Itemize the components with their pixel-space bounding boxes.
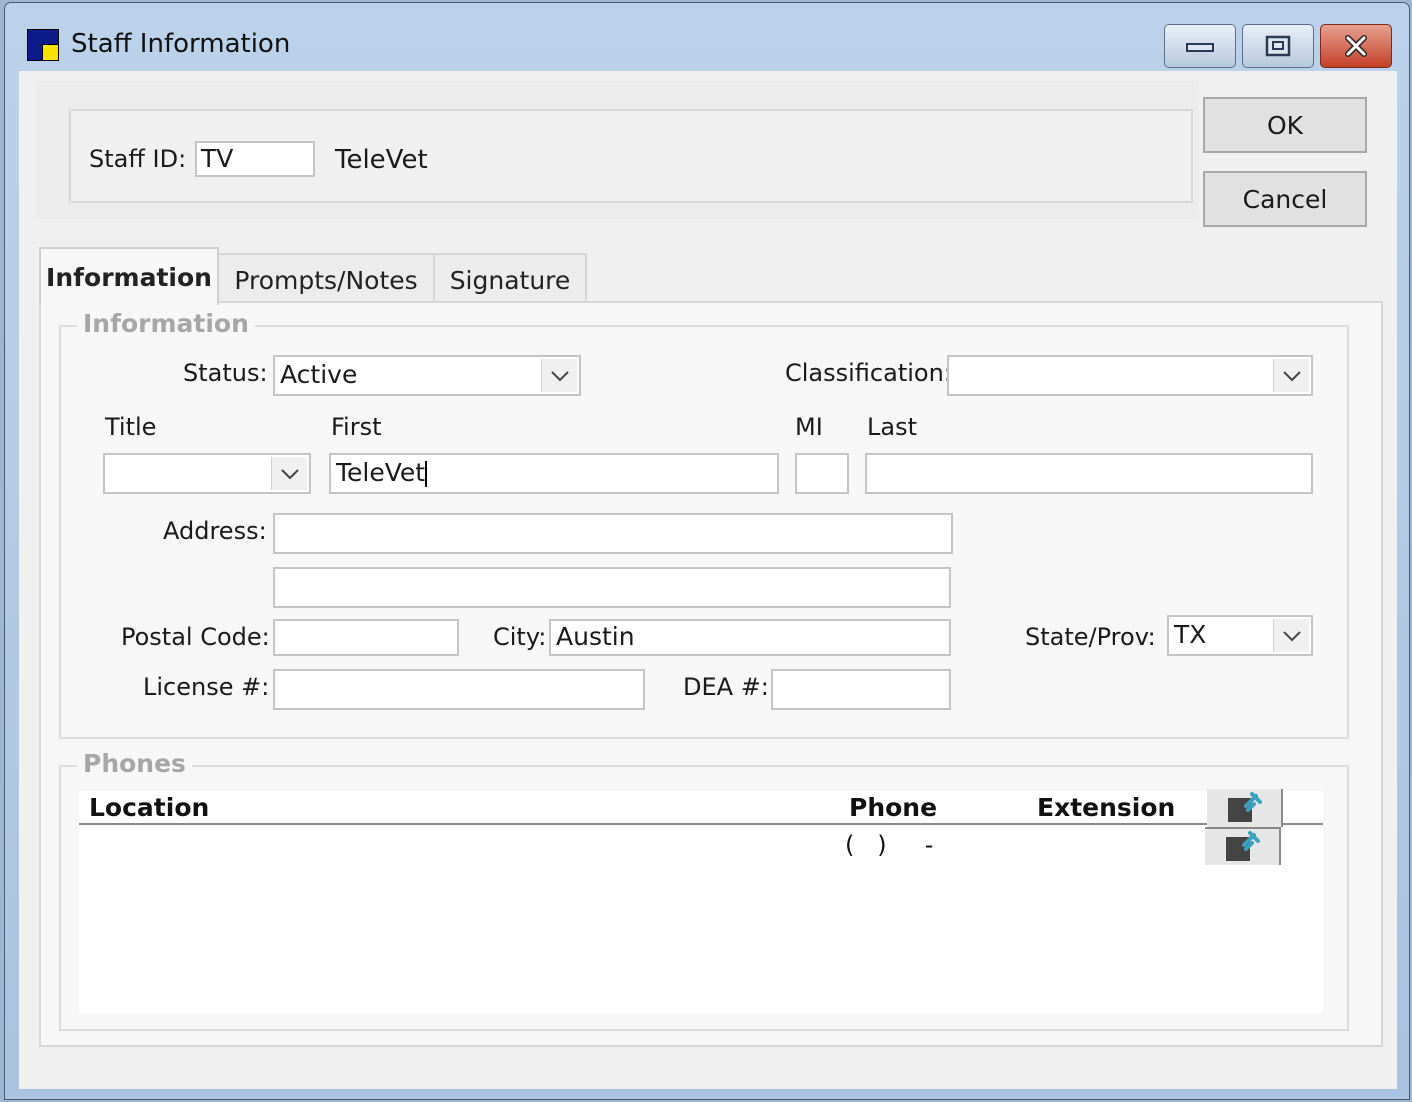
last-label: Last [867,413,917,441]
pin-icon [1228,792,1262,822]
chevron-down-icon[interactable] [1273,359,1309,392]
first-name-input[interactable]: TeleVet [329,453,779,494]
window-title: Staff Information [71,29,291,59]
staff-id-input[interactable]: TV [195,141,315,177]
tab-prompts-notes[interactable]: Prompts/Notes [217,253,435,305]
title-label: Title [105,413,157,441]
dea-input[interactable] [771,669,951,710]
phones-grid[interactable]: Location Phone Extension ( ) - [79,789,1323,1013]
header-pin-button[interactable] [1207,789,1283,827]
chevron-down-icon[interactable] [541,359,577,392]
ok-button[interactable]: OK [1203,97,1367,153]
phones-grid-header: Location Phone Extension [79,789,1323,827]
dea-label: DEA #: [683,673,769,701]
classification-label: Classification: [785,359,952,387]
middle-initial-input[interactable] [795,453,849,494]
app-icon [27,29,59,61]
pin-icon [1226,831,1260,861]
phones-group: Phones Location Phone Extension ( ) - [59,749,1349,1031]
city-input[interactable]: Austin [549,619,951,656]
title-bar[interactable]: Staff Information [5,3,1409,73]
dialog-client-area: Staff ID: TV TeleVet OK Cancel Informati… [19,71,1397,1089]
close-button[interactable] [1320,24,1392,68]
status-select[interactable]: Active [273,355,581,396]
cancel-button[interactable]: Cancel [1203,171,1367,227]
first-label: First [331,413,382,441]
staff-information-window: Staff Information Staff ID: TV TeleVet O… [4,2,1410,1100]
row-phone[interactable]: ( ) - [845,831,933,859]
column-header-phone[interactable]: Phone [849,793,937,822]
status-label: Status: [183,359,268,387]
title-select[interactable] [103,453,311,494]
license-label: License #: [143,673,270,701]
header-panel: Staff ID: TV TeleVet [35,81,1199,219]
classification-select[interactable] [947,355,1313,396]
staff-id-group: Staff ID: TV TeleVet [69,109,1193,203]
state-prov-label: State/Prov: [1025,623,1156,651]
staff-name-display: TeleVet [335,145,428,175]
state-prov-select[interactable]: TX [1167,615,1313,656]
address-label: Address: [163,517,267,545]
city-label: City: [493,623,547,651]
mi-label: MI [795,413,823,441]
minimize-button[interactable] [1164,24,1236,68]
license-input[interactable] [273,669,645,710]
chevron-down-icon[interactable] [271,457,307,490]
address-line1-input[interactable] [273,513,953,554]
address-line2-input[interactable] [273,567,951,608]
chevron-down-icon[interactable] [1273,619,1309,652]
information-tab-panel: Information Status: Active Classificatio… [39,301,1383,1047]
maximize-icon [1265,35,1291,57]
last-name-input[interactable] [865,453,1313,494]
postal-code-label: Postal Code: [121,623,270,651]
status-value: Active [280,360,358,389]
table-row[interactable]: ( ) - [79,827,1323,867]
postal-code-input[interactable] [273,619,459,656]
column-header-extension[interactable]: Extension [1037,793,1175,822]
information-group: Information Status: Active Classificatio… [59,309,1349,739]
column-header-location[interactable]: Location [89,793,209,822]
tab-signature[interactable]: Signature [433,253,587,305]
minimize-icon [1186,43,1214,52]
text-cursor [425,461,428,487]
phones-group-title: Phones [77,749,192,778]
staff-id-label: Staff ID: [89,145,187,173]
row-pin-button[interactable] [1205,827,1281,865]
tab-information[interactable]: Information [39,247,219,305]
close-icon [1345,35,1367,57]
maximize-button[interactable] [1242,24,1314,68]
information-group-title: Information [77,309,255,338]
state-prov-value: TX [1174,620,1207,649]
first-name-value: TeleVet [336,458,426,487]
